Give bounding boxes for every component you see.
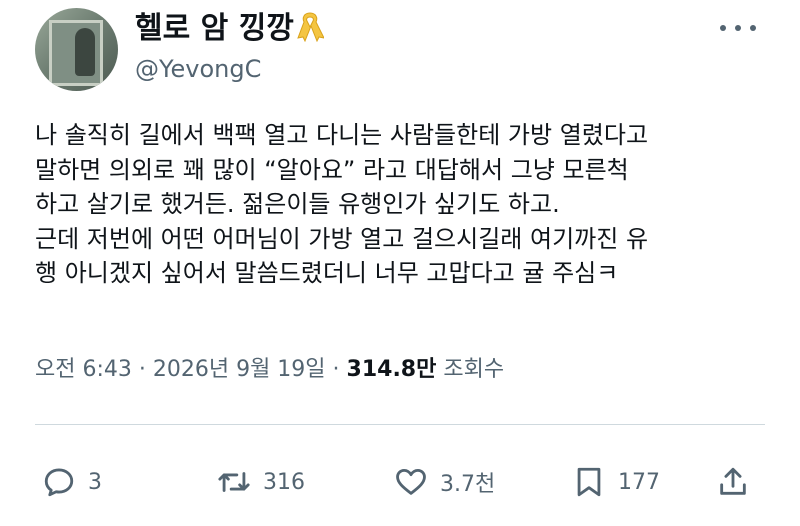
like-count: 3.7천 [440, 472, 496, 497]
post-text-line: 말하면 의외로 꽤 많이 “알아요” 라고 대답해서 그냥 모른척 [35, 155, 629, 184]
post-text-line: 나 솔직히 길에서 백팩 열고 다니는 사람들한테 가방 열렸다고 [35, 121, 649, 149]
view-count-label: 조회수 [443, 357, 505, 382]
post-text-line: 근데 저번에 어떤 어머님이 가방 열고 걸으시길래 여기까진 유 [35, 224, 649, 253]
avatar-figure [75, 28, 95, 76]
repost-count: 316 [263, 469, 305, 495]
post-meta: 오전 6:43 · 2026년 9월 19일 · 314.8만 조회수 [35, 355, 504, 385]
bookmark-button[interactable]: 177 [572, 459, 660, 505]
timestamp[interactable]: 오전 6:43 · 2026년 9월 19일 · [35, 357, 340, 382]
avatar[interactable] [35, 8, 118, 91]
reply-count: 3 [88, 469, 102, 495]
post-text: 나 솔직히 길에서 백팩 열고 다니는 사람들한테 가방 열렸다고 말하면 의외… [35, 118, 775, 291]
heart-icon [396, 468, 426, 495]
divider [35, 424, 765, 425]
action-bar: 3 316 3.7천 177 [42, 459, 762, 505]
post-text-line: 행 아니겠지 싶어서 말씀드렸더니 너무 고맙다고 귤 주심ㅋ [35, 259, 619, 287]
bookmark-count: 177 [618, 469, 660, 495]
post-text-line: 하고 살기로 했거든. 젊은이들 유행인가 싶기도 하고. [35, 190, 560, 218]
user-handle[interactable]: @YevongC [135, 54, 261, 84]
reply-button[interactable]: 3 [42, 459, 102, 505]
like-button[interactable]: 3.7천 [394, 459, 495, 505]
share-icon [720, 467, 746, 495]
share-button[interactable] [716, 459, 750, 505]
repost-button[interactable]: 316 [217, 459, 305, 505]
view-count[interactable]: 314.8만 [347, 357, 437, 382]
display-name[interactable]: 헬로 암 낑깡 [135, 11, 294, 46]
more-options-icon[interactable] [720, 18, 756, 38]
display-name-row[interactable]: 헬로 암 낑깡 [135, 10, 324, 47]
repost-icon [218, 472, 250, 492]
reply-icon [44, 468, 74, 497]
yellow-ribbon-icon [297, 12, 324, 42]
bookmark-icon [577, 467, 601, 497]
